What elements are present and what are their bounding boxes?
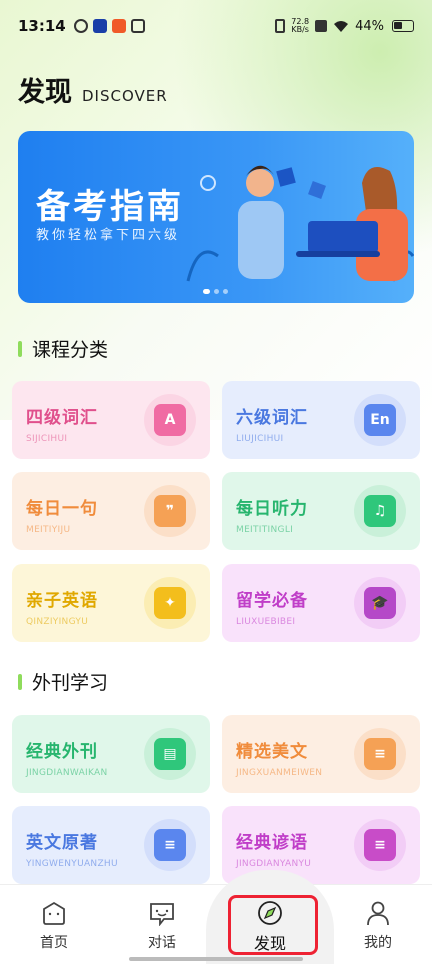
battery-icon bbox=[392, 20, 414, 32]
network-speed-unit: KB/s bbox=[291, 25, 309, 34]
battery-percent: 44% bbox=[355, 18, 384, 34]
banner-pagination bbox=[203, 289, 228, 294]
vibrate-icon bbox=[275, 19, 286, 33]
tab-label: 首页 bbox=[40, 935, 68, 951]
document-icon: ≡ bbox=[154, 829, 186, 861]
notification-app-icon bbox=[111, 19, 126, 33]
section-header-journal-study: 外刊学习 bbox=[18, 668, 108, 695]
page-header: 发现 DISCOVER bbox=[18, 70, 168, 109]
section-accent-bar bbox=[18, 340, 22, 357]
banner-dot-active[interactable] bbox=[203, 289, 210, 294]
open-book-icon: ▤ bbox=[154, 738, 186, 770]
english-en-icon: En bbox=[364, 404, 396, 436]
notification-app-icon bbox=[92, 19, 107, 33]
page-subtitle: DISCOVER bbox=[82, 87, 168, 105]
network-speed: 72.8 KB/s bbox=[291, 18, 309, 34]
section-title: 外刊学习 bbox=[32, 672, 109, 694]
status-time: 13:14 bbox=[18, 17, 66, 35]
home-indicator[interactable] bbox=[129, 957, 303, 961]
home-face-icon bbox=[43, 901, 65, 925]
card-liujicihui[interactable]: 六级词汇 LIUJICIHUI En bbox=[222, 381, 420, 459]
card-qinziyingyu[interactable]: 亲子英语 QINZIYINGYU ✦ bbox=[12, 564, 210, 642]
status-bar: 13:14 72.8 KB/s 44% bbox=[0, 0, 432, 52]
section-header-course-categories: 课程分类 bbox=[18, 335, 108, 362]
card-meititingli[interactable]: 每日听力 MEITITINGLI ♫ bbox=[222, 472, 420, 550]
section-accent-bar bbox=[18, 673, 22, 690]
banner-dot[interactable] bbox=[214, 289, 219, 294]
tab-me[interactable]: 我的 bbox=[324, 884, 432, 964]
tab-chat[interactable]: 对话 bbox=[108, 884, 216, 964]
letter-a-icon: A bbox=[154, 404, 186, 436]
card-jingdianwaikan[interactable]: 经典外刊 JINGDIANWAIKAN ▤ bbox=[12, 715, 210, 793]
banner-dot[interactable] bbox=[223, 289, 228, 294]
tab-home[interactable]: 首页 bbox=[0, 884, 108, 964]
quote-icon: ❞ bbox=[154, 495, 186, 527]
card-meitiyiju[interactable]: 每日一句 MEITIYIJU ❞ bbox=[12, 472, 210, 550]
promo-banner[interactable]: 备考指南 教你轻松拿下四六级 bbox=[18, 131, 414, 303]
notification-app-icon bbox=[73, 19, 88, 33]
wifi-icon bbox=[334, 20, 349, 32]
notification-app-icon bbox=[130, 19, 145, 33]
banner-subtitle: 教你轻松拿下四六级 bbox=[36, 228, 181, 243]
banner-illustration bbox=[186, 165, 414, 282]
discover-tab-highlight-box bbox=[228, 895, 318, 955]
card-liuxuebibei[interactable]: 留学必备 LIUXUEBIBEI 🎓 bbox=[222, 564, 420, 642]
card-yingwenyuanzhu[interactable]: 英文原著 YINGWENYUANZHU ≡ bbox=[12, 806, 210, 884]
person-icon bbox=[367, 901, 389, 926]
chat-icon bbox=[150, 903, 174, 926]
headphones-icon: ♫ bbox=[364, 495, 396, 527]
graduation-cap-icon: 🎓 bbox=[364, 587, 396, 619]
article-icon: ≡ bbox=[364, 738, 396, 770]
card-jingxuanmeiwen[interactable]: 精选美文 JINGXUANMEIWEN ≡ bbox=[222, 715, 420, 793]
tab-label: 对话 bbox=[148, 935, 176, 951]
banner-title: 备考指南 bbox=[36, 187, 184, 227]
sim-icon bbox=[315, 20, 328, 32]
section-title: 课程分类 bbox=[32, 339, 109, 361]
page-title: 发现 bbox=[18, 77, 72, 108]
tab-label: 我的 bbox=[364, 935, 392, 951]
parent-child-icon: ✦ bbox=[154, 587, 186, 619]
proverb-book-icon: ≡ bbox=[364, 829, 396, 861]
card-sijicihui[interactable]: 四级词汇 SIJICIHUI A bbox=[12, 381, 210, 459]
